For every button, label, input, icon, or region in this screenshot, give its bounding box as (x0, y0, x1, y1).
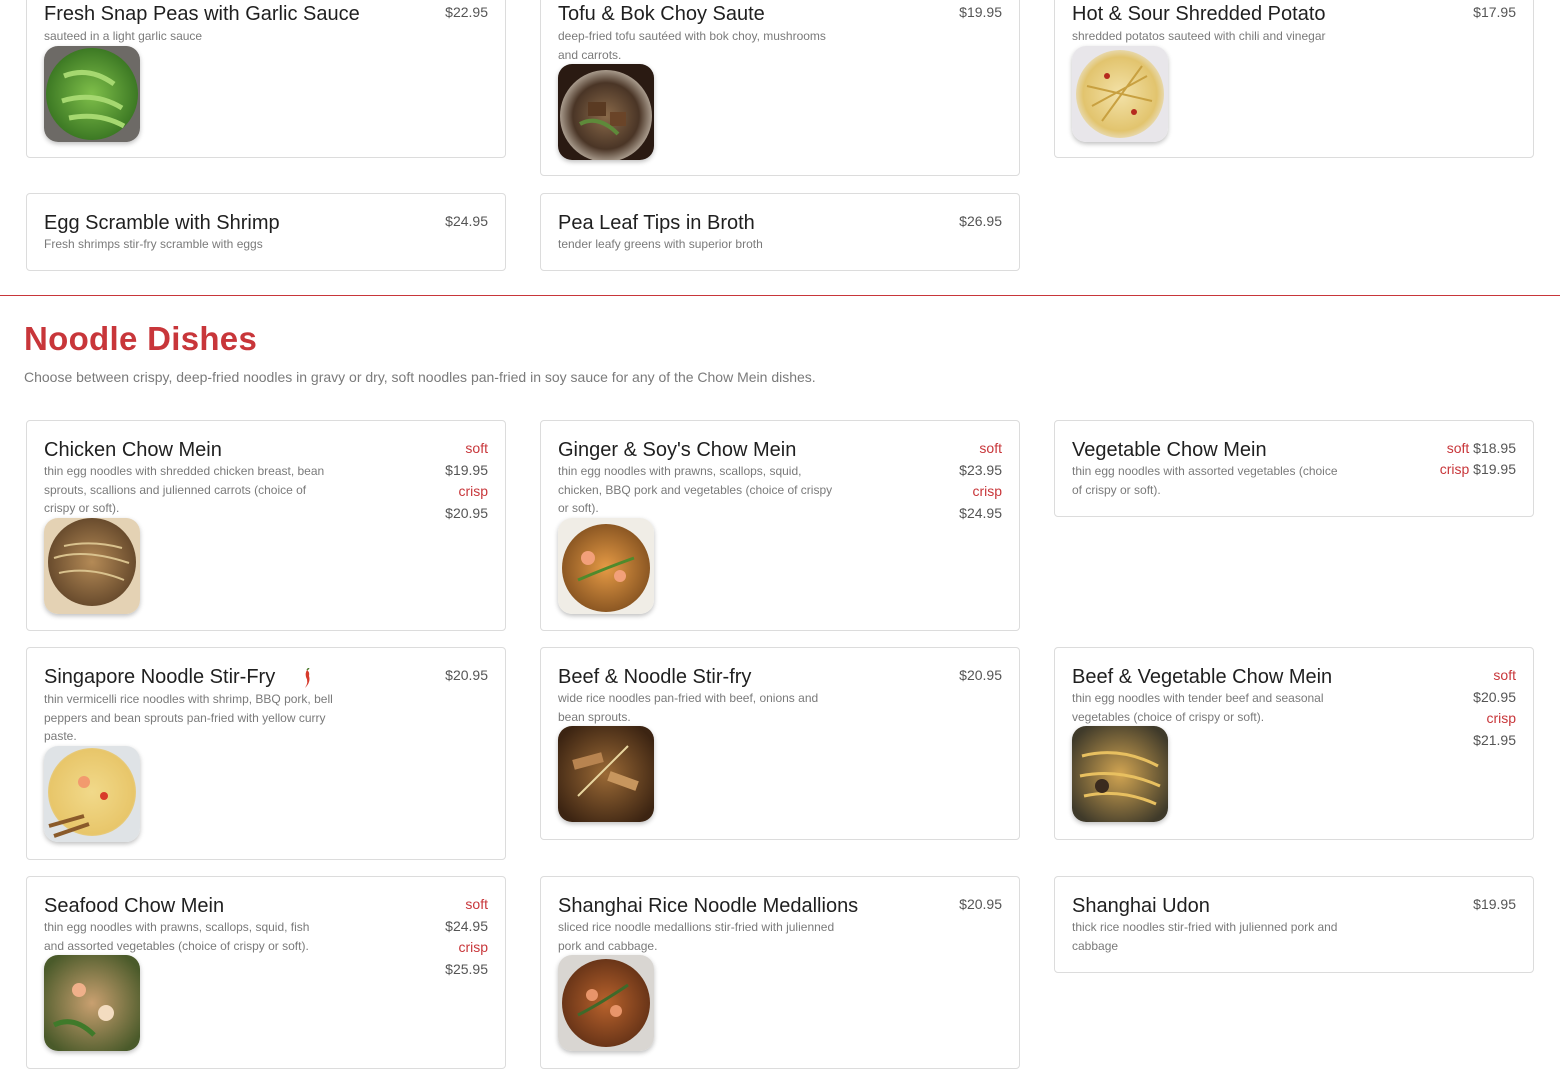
item-price: $22.95 (445, 4, 488, 20)
soft-label: soft (1493, 667, 1516, 683)
food-photo[interactable] (1072, 46, 1168, 142)
item-description: Fresh shrimps stir-fry scramble with egg… (44, 237, 263, 251)
crisp-price: $24.95 (959, 504, 1002, 521)
item-price: $20.95 (959, 667, 1002, 683)
item-title: Hot & Sour Shredded Potato (1072, 3, 1326, 25)
section-title: Noodle Dishes (24, 320, 258, 357)
menu-item-card[interactable]: Shanghai Udon thick rice noodles stir-fr… (1054, 876, 1534, 973)
price-options: soft $24.95 crisp $25.95 (445, 894, 488, 980)
soft-label: soft (465, 896, 488, 912)
food-photo[interactable] (44, 518, 140, 614)
menu-item-card[interactable]: Chicken Chow Mein thin egg noodles with … (26, 420, 506, 631)
crisp-label: crisp (1439, 461, 1470, 477)
menu-item-card[interactable]: Tofu & Bok Choy Saute deep-fried tofu sa… (540, 0, 1020, 176)
chili-pepper-icon (305, 668, 310, 688)
item-title: Beef & Noodle Stir-fry (558, 666, 752, 688)
soft-price: $18.95 (1473, 440, 1516, 456)
menu-item-card[interactable]: Beef & Vegetable Chow Mein thin egg nood… (1054, 647, 1534, 840)
item-description: thin egg noodles with assorted vegetable… (1072, 464, 1338, 497)
crisp-price: $21.95 (1473, 731, 1516, 748)
price-options: soft $23.95 crisp $24.95 (959, 438, 1002, 524)
item-title: Ginger & Soy's Chow Mein (558, 439, 797, 461)
item-price: $24.95 (445, 213, 488, 229)
food-photo[interactable] (558, 518, 654, 614)
section-divider (0, 295, 1560, 296)
price-options: soft $20.95 crisp $21.95 (1473, 665, 1516, 751)
item-description: sliced rice noodle medallions stir-fried… (558, 920, 835, 953)
item-price: $19.95 (959, 4, 1002, 20)
crisp-label: crisp (1486, 710, 1516, 726)
item-description: thin egg noodles with prawns, scallops, … (44, 920, 310, 953)
crisp-label: crisp (458, 939, 488, 955)
item-description: thin egg noodles with tender beef and se… (1072, 691, 1324, 724)
menu-item-card[interactable]: Seafood Chow Mein thin egg noodles with … (26, 876, 506, 1069)
item-title: Tofu & Bok Choy Saute (558, 3, 765, 25)
menu-item-card[interactable]: Pea Leaf Tips in Broth tender leafy gree… (540, 193, 1020, 271)
soft-label: soft (465, 440, 488, 456)
crisp-label: crisp (458, 483, 488, 499)
crisp-price: $20.95 (445, 504, 488, 521)
item-description: tender leafy greens with superior broth (558, 237, 763, 251)
soft-price: $23.95 (959, 461, 1002, 478)
item-title: Egg Scramble with Shrimp (44, 212, 280, 234)
item-description: thin egg noodles with prawns, scallops, … (558, 464, 833, 515)
item-description: shredded potatos sauteed with chili and … (1072, 29, 1326, 43)
crisp-price: $19.95 (1473, 461, 1516, 477)
soft-label: soft (979, 440, 1002, 456)
item-price: $19.95 (1473, 896, 1516, 912)
item-price: $20.95 (959, 896, 1002, 912)
item-description: thin egg noodles with shredded chicken b… (44, 464, 325, 515)
item-title: Fresh Snap Peas with Garlic Sauce (44, 3, 360, 25)
menu-item-card[interactable]: Fresh Snap Peas with Garlic Sauce sautee… (26, 0, 506, 158)
crisp-price: $25.95 (445, 960, 488, 977)
soft-price: $19.95 (445, 461, 488, 478)
menu-item-card[interactable]: Egg Scramble with Shrimp Fresh shrimps s… (26, 193, 506, 271)
price-options: soft $18.95 crisp $19.95 (1440, 438, 1516, 480)
food-photo[interactable] (44, 46, 140, 142)
item-description: sauteed in a light garlic sauce (44, 29, 203, 43)
item-description: thin vermicelli rice noodles with shrimp… (44, 692, 333, 743)
item-title: Seafood Chow Mein (44, 895, 225, 917)
item-title: Shanghai Rice Noodle Medallions (558, 895, 859, 917)
food-photo[interactable] (558, 726, 654, 822)
item-title: Beef & Vegetable Chow Mein (1072, 666, 1333, 688)
item-title: Pea Leaf Tips in Broth (558, 212, 755, 234)
menu-item-card[interactable]: Singapore Noodle Stir-Fry thin vermicell… (26, 647, 506, 860)
food-photo[interactable] (44, 955, 140, 1051)
item-title: Vegetable Chow Mein (1072, 439, 1267, 461)
item-description: deep-fried tofu sautéed with bok choy, m… (558, 29, 826, 62)
item-price: $20.95 (445, 667, 488, 683)
food-photo[interactable] (1072, 726, 1168, 822)
soft-price: $24.95 (445, 917, 488, 934)
item-title: Chicken Chow Mein (44, 439, 222, 461)
item-description: wide rice noodles pan-fried with beef, o… (558, 691, 819, 724)
soft-label: soft (1446, 440, 1470, 456)
menu-item-card[interactable]: Ginger & Soy's Chow Mein thin egg noodle… (540, 420, 1020, 631)
item-description: thick rice noodles stir-fried with julie… (1072, 920, 1338, 953)
item-price: $17.95 (1473, 4, 1516, 20)
food-photo[interactable] (558, 64, 654, 160)
item-title: Shanghai Udon (1072, 895, 1210, 917)
soft-price: $20.95 (1473, 688, 1516, 705)
menu-item-card[interactable]: Vegetable Chow Mein thin egg noodles wit… (1054, 420, 1534, 517)
item-price: $26.95 (959, 213, 1002, 229)
item-title: Singapore Noodle Stir-Fry (44, 666, 276, 688)
food-photo[interactable] (558, 955, 654, 1051)
menu-item-card[interactable]: Beef & Noodle Stir-fry wide rice noodles… (540, 647, 1020, 840)
menu-item-card[interactable]: Hot & Sour Shredded Potato shredded pota… (1054, 0, 1534, 158)
section-subtitle: Choose between crispy, deep-fried noodle… (24, 369, 816, 385)
crisp-label: crisp (972, 483, 1002, 499)
price-options: soft $19.95 crisp $20.95 (445, 438, 488, 524)
menu-item-card[interactable]: Shanghai Rice Noodle Medallions sliced r… (540, 876, 1020, 1069)
food-photo[interactable] (44, 746, 140, 842)
